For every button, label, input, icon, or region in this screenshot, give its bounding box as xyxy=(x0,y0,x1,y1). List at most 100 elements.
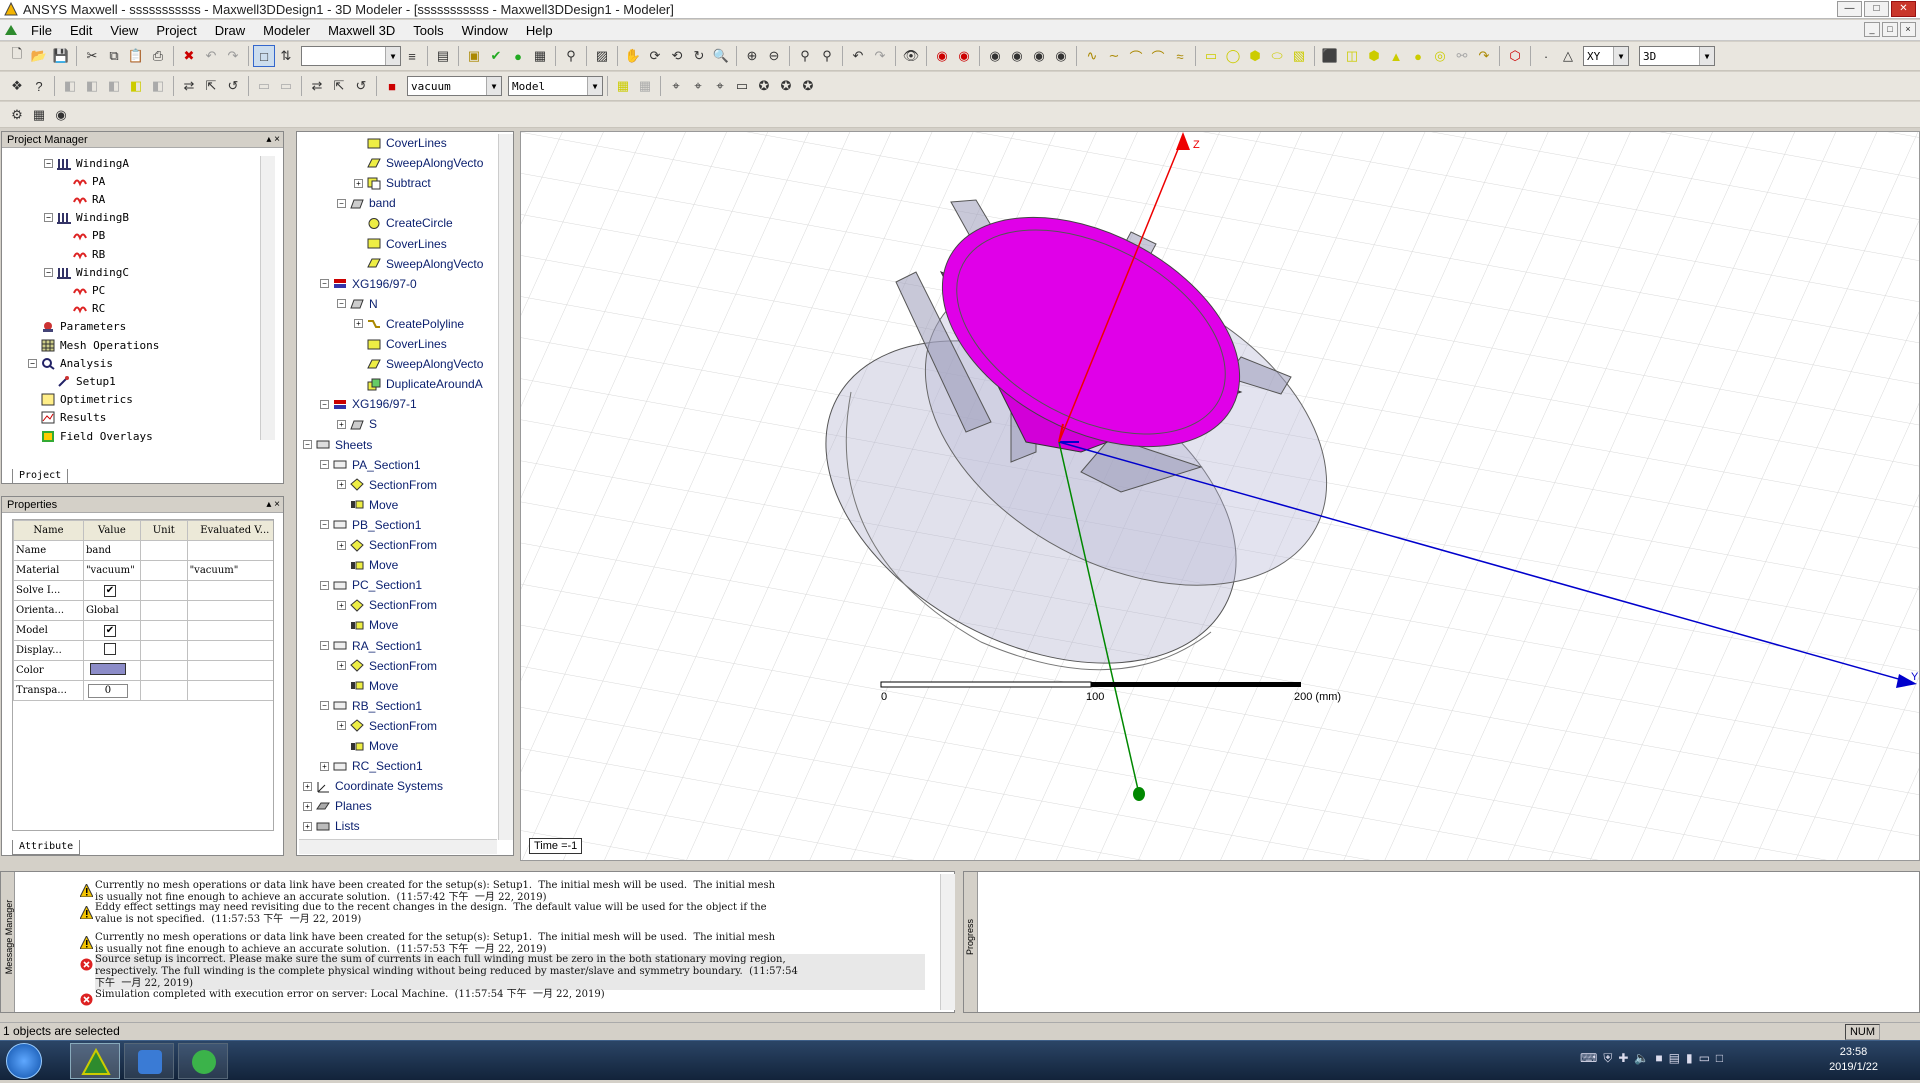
property-value[interactable]: Global xyxy=(82,600,141,621)
property-value[interactable]: "vacuum" xyxy=(82,560,141,581)
new-icon[interactable]: 🗋 xyxy=(6,45,28,67)
menu-help[interactable]: Help xyxy=(517,20,562,41)
draw-polyhedron-icon[interactable]: ⬢ xyxy=(1363,45,1385,67)
zoom-all-icon[interactable]: ⚲ xyxy=(794,45,816,67)
imprint-icon[interactable]: ◧ xyxy=(147,75,169,97)
property-row[interactable]: Solve I... ✔ xyxy=(13,580,273,601)
menu-draw[interactable]: Draw xyxy=(206,20,254,41)
simplorer-icon[interactable]: ◉ xyxy=(50,104,72,126)
material-dropdown[interactable]: vacuum ▼ xyxy=(407,76,502,96)
expand-icon[interactable]: + xyxy=(354,319,363,329)
results-icon[interactable]: ▦ xyxy=(529,45,551,67)
tree-item[interactable]: PA xyxy=(60,172,105,190)
message-line[interactable]: Source setup is incorrect. Please make s… xyxy=(95,954,925,990)
sweep-tool-icon[interactable]: ▭ xyxy=(253,75,275,97)
restore-icon[interactable]: □ xyxy=(1864,1,1889,17)
tree-item[interactable]: DuplicateAroundA xyxy=(354,375,483,393)
tree-item[interactable]: − WindingB xyxy=(44,209,129,227)
property-color-swatch[interactable] xyxy=(82,660,141,681)
draw-helix-icon[interactable]: ⚯ xyxy=(1451,45,1473,67)
tree-item[interactable]: − PC_Section1 xyxy=(320,576,422,594)
menu-view[interactable]: View xyxy=(101,20,147,41)
tree-item[interactable]: − WindingA xyxy=(44,154,129,172)
expand-icon[interactable]: + xyxy=(337,600,346,610)
tree-item[interactable]: + RC_Section1 xyxy=(320,757,423,775)
mode-icon[interactable]: ▤ xyxy=(432,45,454,67)
hide-selected-icon[interactable]: ◉ xyxy=(1050,45,1072,67)
transparency-input[interactable]: 0 xyxy=(87,683,128,698)
message-vscroll[interactable] xyxy=(940,874,955,1010)
save-icon[interactable]: 💾 xyxy=(50,45,72,67)
tray-shield-icon[interactable]: ⛨ xyxy=(1603,1051,1612,1066)
tree-item[interactable]: + Lists xyxy=(303,817,360,834)
minimize-icon[interactable]: — xyxy=(1837,1,1862,17)
expand-icon[interactable]: + xyxy=(320,761,329,771)
expand-icon[interactable]: + xyxy=(337,661,346,671)
undo-icon[interactable]: ↶ xyxy=(200,45,222,67)
tree-item[interactable]: + CreatePolyline xyxy=(354,315,464,333)
property-checkbox[interactable]: ✔ xyxy=(82,620,141,641)
tree-item[interactable]: Move xyxy=(337,496,398,514)
view-redo-icon[interactable]: ↷ xyxy=(869,45,891,67)
help-tool-icon[interactable]: ? xyxy=(28,75,50,97)
rotate-tool-icon[interactable]: ↺ xyxy=(222,75,244,97)
material-swatch-icon[interactable]: ■ xyxy=(381,75,403,97)
fit-icon[interactable]: ⚲ xyxy=(560,45,582,67)
show-selected-icon[interactable]: ◉ xyxy=(1028,45,1050,67)
intersect-icon[interactable]: ◧ xyxy=(103,75,125,97)
print-icon[interactable]: ⎙ xyxy=(147,45,169,67)
select-icon[interactable]: □ xyxy=(253,45,275,67)
zoom-out-icon[interactable]: ⊖ xyxy=(763,45,785,67)
mdi-close-icon[interactable]: × xyxy=(1900,22,1916,37)
maxwell-design-icon[interactable]: ⚙ xyxy=(6,104,28,126)
project-tree-vscroll[interactable] xyxy=(260,156,275,440)
collapse-icon[interactable]: − xyxy=(337,198,346,208)
collapse-icon[interactable]: − xyxy=(320,580,329,590)
property-checkbox[interactable]: ✔ xyxy=(82,580,141,601)
tray-volume-icon[interactable]: 🔈 xyxy=(1634,1051,1649,1066)
panel-close-icon[interactable]: ▴ × xyxy=(266,132,280,148)
visibility-icon[interactable]: 👁 xyxy=(900,45,922,67)
duplicate-along-line-icon[interactable]: ⇱ xyxy=(328,75,350,97)
draw-circle-icon[interactable]: ◯ xyxy=(1222,45,1244,67)
expand-icon[interactable]: + xyxy=(337,419,346,429)
snap-grid-icon[interactable]: ⌖ xyxy=(665,75,687,97)
tray-network-icon[interactable]: ▤ xyxy=(1669,1051,1680,1066)
delete-icon[interactable]: ✖ xyxy=(178,45,200,67)
analyze-icon[interactable]: ● xyxy=(507,45,529,67)
zoom-selected-icon[interactable]: ⚲ xyxy=(816,45,838,67)
collapse-icon[interactable]: − xyxy=(337,299,346,309)
tray-antivirus-icon[interactable]: ✚ xyxy=(1618,1051,1628,1066)
tree-item[interactable]: − XG196/97-1 xyxy=(320,395,417,413)
tree-item[interactable]: CreateCircle xyxy=(354,214,453,232)
expand-icon[interactable]: + xyxy=(303,821,312,831)
col-unit[interactable]: Unit xyxy=(139,520,188,541)
draw-torus-icon[interactable]: ◎ xyxy=(1429,45,1451,67)
tree-item[interactable]: + SectionFrom xyxy=(337,717,437,735)
tree-item[interactable]: Mesh Operations xyxy=(28,336,159,354)
tab-attribute[interactable]: Attribute xyxy=(12,840,81,855)
tree-item[interactable]: RC xyxy=(60,300,105,318)
property-row[interactable]: Color xyxy=(13,660,273,681)
cut-icon[interactable]: ✂ xyxy=(81,45,103,67)
color-swatch[interactable] xyxy=(89,663,126,675)
expand-icon[interactable]: + xyxy=(354,178,363,188)
tree-item[interactable]: + S xyxy=(337,415,377,433)
snap-quadrant-icon[interactable]: ✪ xyxy=(775,75,797,97)
tray-keyboard-icon[interactable]: ⌨ xyxy=(1580,1051,1597,1066)
property-row[interactable]: Display... xyxy=(13,640,273,661)
zoom-dynamic-icon[interactable]: 🔍 xyxy=(710,45,732,67)
checkbox-icon[interactable]: ✔ xyxy=(103,624,116,637)
model-scene[interactable]: Z Y 0 100 200 (mm) xyxy=(521,132,1920,861)
tree-item[interactable]: + SectionFrom xyxy=(337,657,437,675)
close-icon[interactable]: ✕ xyxy=(1891,1,1916,17)
property-row[interactable]: Orienta... Global xyxy=(13,600,273,621)
draw-spline-icon[interactable]: ∼ xyxy=(1103,45,1125,67)
message-manager-tab[interactable]: Message Manager xyxy=(1,872,15,1012)
tree-item[interactable]: RA xyxy=(60,190,105,208)
tab-project[interactable]: Project xyxy=(12,469,69,484)
draw-arc-icon[interactable]: ⌒ xyxy=(1125,45,1147,67)
point-icon[interactable]: · xyxy=(1535,45,1557,67)
tree-item[interactable]: − band xyxy=(337,194,396,212)
show-objects-icon[interactable]: ◉ xyxy=(931,45,953,67)
